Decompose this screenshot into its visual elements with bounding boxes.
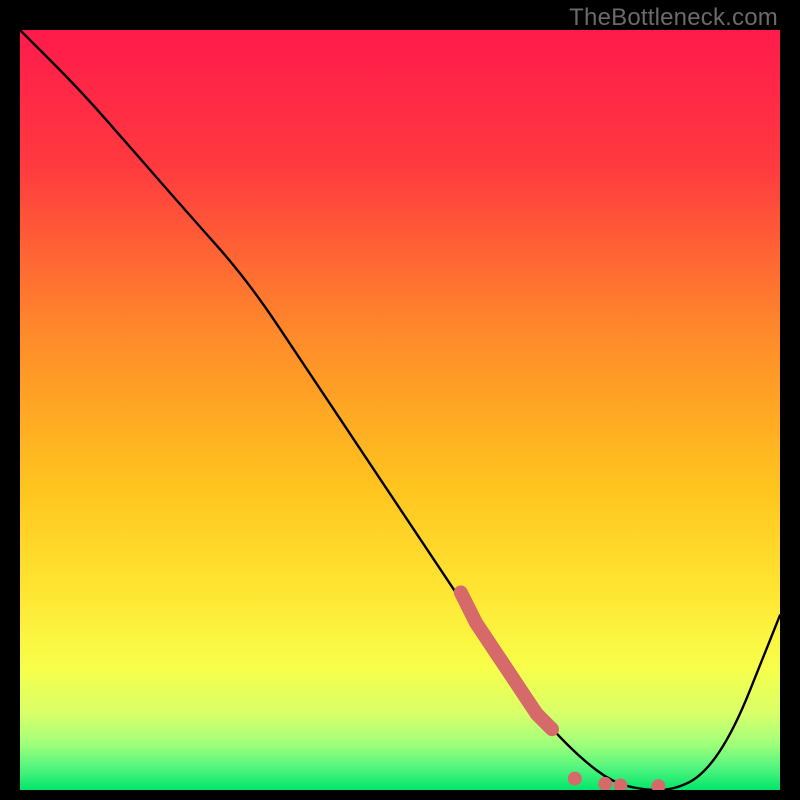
watermark-text: TheBottleneck.com: [569, 4, 778, 32]
chart-svg: [20, 30, 780, 790]
chart-frame: [20, 30, 780, 790]
highlight-dot: [568, 772, 582, 786]
gradient-background: [20, 30, 780, 790]
